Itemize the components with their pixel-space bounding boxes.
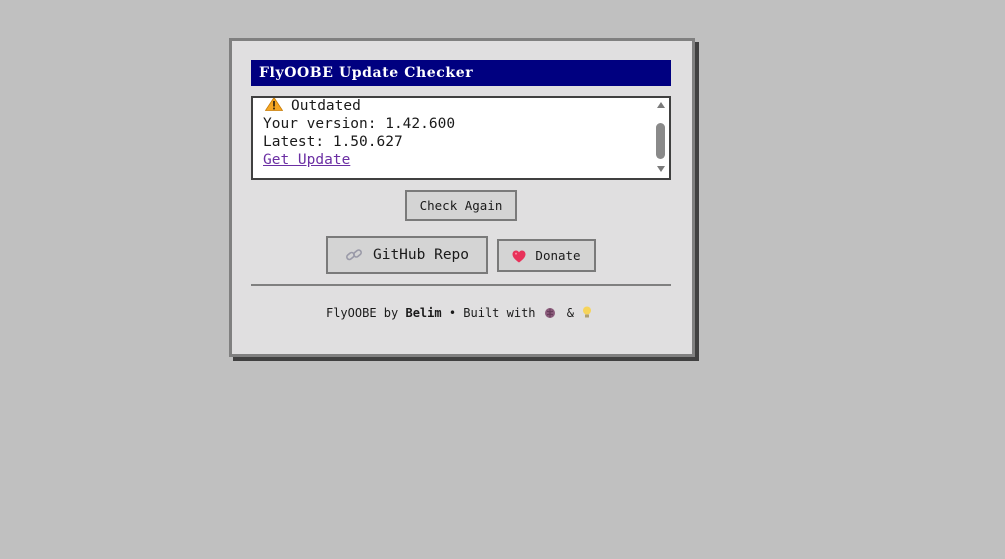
status-state-label: Outdated [291,98,361,114]
link-icon [346,249,362,261]
status-state-line: Outdated [263,98,455,115]
status-box[interactable]: Outdated Your version: 1.42.600 Latest: … [251,96,671,180]
your-version: Your version: 1.42.600 [263,116,456,132]
donate-label: Donate [535,248,581,263]
check-again-button[interactable]: Check Again [405,190,517,221]
lightbulb-icon [583,306,591,318]
footer-author: Belim [405,306,442,320]
get-update-link[interactable]: Get Update [263,152,350,168]
latest-version: Latest: 1.50.627 [263,134,403,150]
donate-button[interactable]: Donate [497,239,596,272]
scroll-down-arrow-icon[interactable] [657,166,665,172]
scroll-up-arrow-icon[interactable] [657,102,665,108]
github-repo-button[interactable]: GitHub Repo [326,236,488,274]
footer: FlyOOBE by Belim • Built with & [251,306,671,320]
footer-amp: & [566,306,574,320]
heart-icon [512,250,526,263]
scroll-thumb[interactable] [656,123,665,159]
github-repo-label: GitHub Repo [372,247,470,263]
update-checker-window: FlyOOBE Update Checker Outdated Your ver… [229,38,695,357]
window-title: FlyOOBE Update Checker [251,60,671,86]
footer-prefix: FlyOOBE by [325,306,399,320]
footer-middle: • Built with [448,306,536,320]
warning-icon [265,98,283,111]
status-scrollbar[interactable] [655,100,667,176]
footer-divider [251,284,671,286]
brain-icon [544,308,555,318]
get-update-line: Get Update [263,151,455,169]
status-content: Outdated Your version: 1.42.600 Latest: … [263,98,456,169]
